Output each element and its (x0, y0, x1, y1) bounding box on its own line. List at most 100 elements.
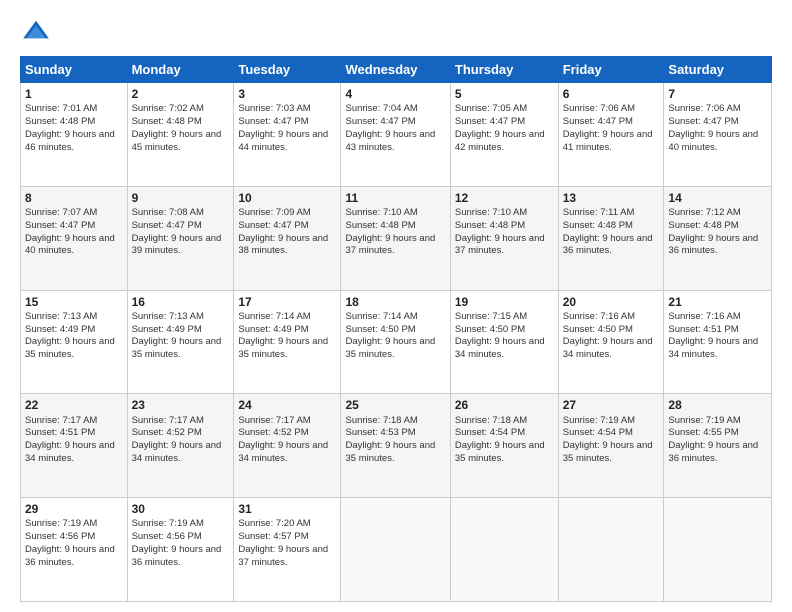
week-row-2: 8Sunrise: 7:07 AMSunset: 4:47 PMDaylight… (21, 186, 772, 290)
sunset-label: Sunset: 4:48 PM (345, 220, 415, 231)
day-number: 31 (238, 501, 336, 517)
sunset-label: Sunset: 4:51 PM (668, 324, 738, 335)
daylight-label: Daylight: 9 hours and 36 minutes. (132, 544, 222, 568)
calendar-cell: 29Sunrise: 7:19 AMSunset: 4:56 PMDayligh… (21, 498, 128, 602)
daylight-label: Daylight: 9 hours and 36 minutes. (25, 544, 115, 568)
sunset-label: Sunset: 4:48 PM (455, 220, 525, 231)
daylight-label: Daylight: 9 hours and 35 minutes. (345, 440, 435, 464)
header (20, 16, 772, 48)
sunset-label: Sunset: 4:47 PM (455, 116, 525, 127)
sunset-label: Sunset: 4:47 PM (668, 116, 738, 127)
day-number: 18 (345, 294, 445, 310)
sunrise-label: Sunrise: 7:11 AM (563, 207, 635, 218)
week-row-3: 15Sunrise: 7:13 AMSunset: 4:49 PMDayligh… (21, 290, 772, 394)
day-number: 3 (238, 86, 336, 102)
daylight-label: Daylight: 9 hours and 38 minutes. (238, 233, 328, 257)
day-number: 5 (455, 86, 554, 102)
day-number: 24 (238, 397, 336, 413)
sunset-label: Sunset: 4:50 PM (455, 324, 525, 335)
daylight-label: Daylight: 9 hours and 36 minutes. (668, 233, 758, 257)
day-number: 1 (25, 86, 123, 102)
calendar-cell: 13Sunrise: 7:11 AMSunset: 4:48 PMDayligh… (558, 186, 664, 290)
sunset-label: Sunset: 4:52 PM (132, 427, 202, 438)
calendar-cell (341, 498, 450, 602)
calendar-cell: 21Sunrise: 7:16 AMSunset: 4:51 PMDayligh… (664, 290, 772, 394)
sunrise-label: Sunrise: 7:17 AM (238, 415, 310, 426)
sunset-label: Sunset: 4:54 PM (455, 427, 525, 438)
calendar-cell: 17Sunrise: 7:14 AMSunset: 4:49 PMDayligh… (234, 290, 341, 394)
sunset-label: Sunset: 4:47 PM (563, 116, 633, 127)
sunrise-label: Sunrise: 7:13 AM (132, 311, 204, 322)
daylight-label: Daylight: 9 hours and 46 minutes. (25, 129, 115, 153)
calendar-cell: 28Sunrise: 7:19 AMSunset: 4:55 PMDayligh… (664, 394, 772, 498)
day-number: 23 (132, 397, 230, 413)
day-number: 30 (132, 501, 230, 517)
day-number: 15 (25, 294, 123, 310)
sunrise-label: Sunrise: 7:05 AM (455, 103, 527, 114)
daylight-label: Daylight: 9 hours and 34 minutes. (238, 440, 328, 464)
sunrise-label: Sunrise: 7:17 AM (25, 415, 97, 426)
sunset-label: Sunset: 4:56 PM (25, 531, 95, 542)
sunrise-label: Sunrise: 7:16 AM (668, 311, 740, 322)
sunrise-label: Sunrise: 7:14 AM (345, 311, 417, 322)
daylight-label: Daylight: 9 hours and 34 minutes. (563, 336, 653, 360)
week-row-4: 22Sunrise: 7:17 AMSunset: 4:51 PMDayligh… (21, 394, 772, 498)
sunrise-label: Sunrise: 7:14 AM (238, 311, 310, 322)
sunrise-label: Sunrise: 7:06 AM (563, 103, 635, 114)
sunrise-label: Sunrise: 7:18 AM (455, 415, 527, 426)
calendar-cell: 27Sunrise: 7:19 AMSunset: 4:54 PMDayligh… (558, 394, 664, 498)
daylight-label: Daylight: 9 hours and 40 minutes. (25, 233, 115, 257)
sunset-label: Sunset: 4:47 PM (345, 116, 415, 127)
sunrise-label: Sunrise: 7:01 AM (25, 103, 97, 114)
day-number: 6 (563, 86, 660, 102)
calendar-cell: 15Sunrise: 7:13 AMSunset: 4:49 PMDayligh… (21, 290, 128, 394)
sunrise-label: Sunrise: 7:13 AM (25, 311, 97, 322)
calendar-cell: 4Sunrise: 7:04 AMSunset: 4:47 PMDaylight… (341, 83, 450, 187)
calendar-table: SundayMondayTuesdayWednesdayThursdayFrid… (20, 56, 772, 602)
day-header-monday: Monday (127, 57, 234, 83)
day-number: 13 (563, 190, 660, 206)
sunrise-label: Sunrise: 7:18 AM (345, 415, 417, 426)
calendar-cell: 8Sunrise: 7:07 AMSunset: 4:47 PMDaylight… (21, 186, 128, 290)
calendar-header-row: SundayMondayTuesdayWednesdayThursdayFrid… (21, 57, 772, 83)
sunrise-label: Sunrise: 7:16 AM (563, 311, 635, 322)
day-number: 7 (668, 86, 767, 102)
daylight-label: Daylight: 9 hours and 35 minutes. (238, 336, 328, 360)
sunset-label: Sunset: 4:47 PM (132, 220, 202, 231)
sunrise-label: Sunrise: 7:12 AM (668, 207, 740, 218)
page: SundayMondayTuesdayWednesdayThursdayFrid… (0, 0, 792, 612)
calendar-cell: 23Sunrise: 7:17 AMSunset: 4:52 PMDayligh… (127, 394, 234, 498)
daylight-label: Daylight: 9 hours and 37 minutes. (455, 233, 545, 257)
sunset-label: Sunset: 4:48 PM (563, 220, 633, 231)
sunrise-label: Sunrise: 7:07 AM (25, 207, 97, 218)
daylight-label: Daylight: 9 hours and 37 minutes. (345, 233, 435, 257)
calendar-cell: 6Sunrise: 7:06 AMSunset: 4:47 PMDaylight… (558, 83, 664, 187)
daylight-label: Daylight: 9 hours and 45 minutes. (132, 129, 222, 153)
daylight-label: Daylight: 9 hours and 34 minutes. (25, 440, 115, 464)
daylight-label: Daylight: 9 hours and 35 minutes. (25, 336, 115, 360)
daylight-label: Daylight: 9 hours and 35 minutes. (563, 440, 653, 464)
day-number: 16 (132, 294, 230, 310)
sunset-label: Sunset: 4:50 PM (563, 324, 633, 335)
calendar-cell: 18Sunrise: 7:14 AMSunset: 4:50 PMDayligh… (341, 290, 450, 394)
daylight-label: Daylight: 9 hours and 35 minutes. (455, 440, 545, 464)
calendar-cell: 7Sunrise: 7:06 AMSunset: 4:47 PMDaylight… (664, 83, 772, 187)
day-number: 10 (238, 190, 336, 206)
sunset-label: Sunset: 4:54 PM (563, 427, 633, 438)
sunrise-label: Sunrise: 7:15 AM (455, 311, 527, 322)
week-row-1: 1Sunrise: 7:01 AM Sunset: 4:48 PM Daylight… (21, 83, 772, 187)
sunset-label: Sunset: 4:48 PM (25, 116, 95, 127)
calendar-cell (450, 498, 558, 602)
daylight-label: Daylight: 9 hours and 34 minutes. (455, 336, 545, 360)
day-number: 9 (132, 190, 230, 206)
daylight-label: Daylight: 9 hours and 37 minutes. (238, 544, 328, 568)
day-header-wednesday: Wednesday (341, 57, 450, 83)
calendar-cell: 12Sunrise: 7:10 AMSunset: 4:48 PMDayligh… (450, 186, 558, 290)
calendar-cell (558, 498, 664, 602)
daylight-label: Daylight: 9 hours and 34 minutes. (132, 440, 222, 464)
day-number: 21 (668, 294, 767, 310)
day-header-tuesday: Tuesday (234, 57, 341, 83)
day-number: 27 (563, 397, 660, 413)
sunset-label: Sunset: 4:50 PM (345, 324, 415, 335)
daylight-label: Daylight: 9 hours and 39 minutes. (132, 233, 222, 257)
